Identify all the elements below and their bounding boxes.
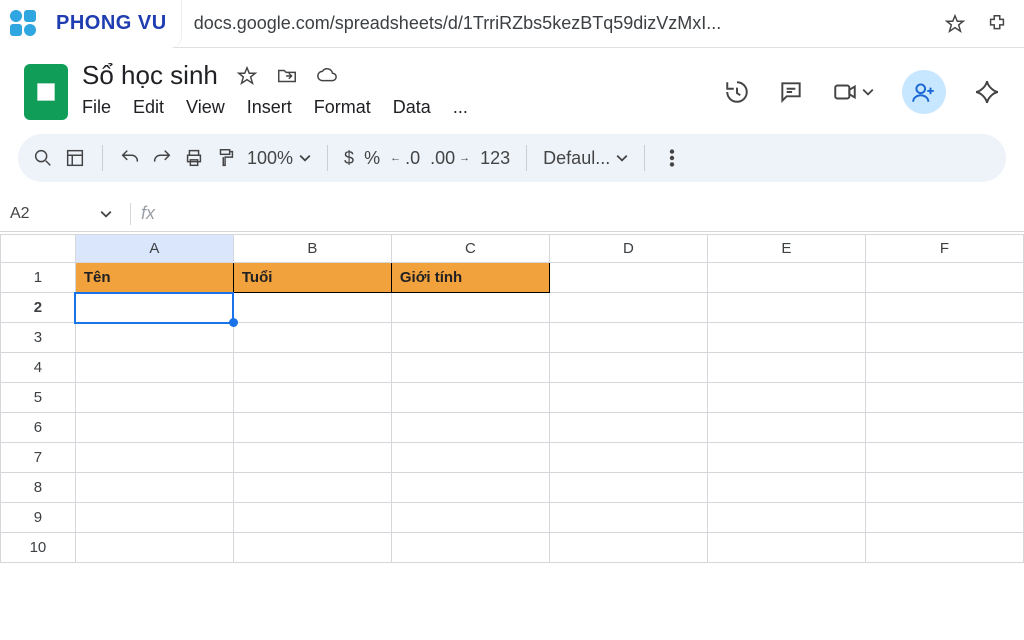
bookmark-star-icon[interactable] — [944, 13, 966, 35]
chevron-down-icon — [616, 152, 628, 164]
cell-D1[interactable] — [549, 263, 707, 293]
paint-format-icon[interactable] — [215, 147, 237, 169]
name-box-value: A2 — [10, 205, 30, 223]
col-header-D[interactable]: D — [549, 235, 707, 263]
cell-C2[interactable] — [391, 293, 549, 323]
selection-handle[interactable] — [229, 318, 238, 327]
undo-icon[interactable] — [119, 147, 141, 169]
decrease-decimal-button[interactable]: ←.0 — [390, 148, 420, 169]
cell-B2[interactable] — [233, 293, 391, 323]
menu-data[interactable]: Data — [393, 97, 431, 118]
row-header-9[interactable]: 9 — [1, 503, 76, 533]
doc-header: Sổ học sinh File Edit View Insert Format… — [0, 48, 1024, 124]
col-header-A[interactable]: A — [75, 235, 233, 263]
row-header-4[interactable]: 4 — [1, 353, 76, 383]
brand: PHONG VU — [0, 0, 182, 48]
row-header-2[interactable]: 2 — [1, 293, 76, 323]
row-header-5[interactable]: 5 — [1, 383, 76, 413]
zoom-selector[interactable]: 100% — [247, 148, 311, 169]
zoom-value: 100% — [247, 148, 293, 169]
formula-bar: A2 fx — [0, 196, 1024, 232]
meet-button[interactable] — [832, 79, 874, 105]
chevron-down-icon — [862, 86, 874, 98]
increase-decimal-button[interactable]: .00→ — [430, 148, 470, 169]
font-selector[interactable]: Defaul... — [543, 148, 628, 169]
more-formats-button[interactable]: 123 — [480, 148, 510, 169]
extensions-icon[interactable] — [986, 13, 1008, 35]
cell-E1[interactable] — [707, 263, 865, 293]
comments-icon[interactable] — [778, 79, 804, 105]
toolbar: 100% $ % ←.0 .00→ 123 Defaul... — [18, 134, 1006, 182]
redo-icon[interactable] — [151, 147, 173, 169]
brand-name: PHONG VU — [56, 12, 167, 35]
header-actions — [724, 60, 1000, 114]
cell-A2[interactable] — [75, 293, 233, 323]
font-value: Defaul... — [543, 148, 610, 169]
cell-E2[interactable] — [707, 293, 865, 323]
gemini-star-icon[interactable] — [974, 79, 1000, 105]
brand-logo — [10, 10, 48, 38]
cell-F1[interactable] — [865, 263, 1023, 293]
search-icon[interactable] — [32, 147, 54, 169]
spreadsheet-grid[interactable]: A B C D E F 1 Tên Tuổi Giới tính 2 — [0, 234, 1024, 563]
menu-file[interactable]: File — [82, 97, 111, 118]
col-header-E[interactable]: E — [707, 235, 865, 263]
move-folder-icon[interactable] — [276, 65, 298, 87]
menu-bar: File Edit View Insert Format Data ... — [82, 91, 710, 118]
row-header-6[interactable]: 6 — [1, 413, 76, 443]
cell-D2[interactable] — [549, 293, 707, 323]
cell-C1[interactable]: Giới tính — [391, 263, 549, 293]
more-tools-icon[interactable] — [661, 147, 683, 169]
chevron-down-icon — [299, 152, 311, 164]
history-icon[interactable] — [724, 79, 750, 105]
row-header-7[interactable]: 7 — [1, 443, 76, 473]
menu-more[interactable]: ... — [453, 97, 468, 118]
menu-format[interactable]: Format — [314, 97, 371, 118]
col-header-C[interactable]: C — [391, 235, 549, 263]
cell-A1[interactable]: Tên — [75, 263, 233, 293]
sheets-logo-icon[interactable] — [24, 64, 68, 120]
show-tabs-icon[interactable] — [64, 147, 86, 169]
address-bar[interactable]: docs.google.com/spreadsheets/d/1TrriRZbs… — [182, 13, 928, 34]
chevron-down-icon — [100, 208, 112, 220]
row-header-8[interactable]: 8 — [1, 473, 76, 503]
cell-B1[interactable]: Tuổi — [233, 263, 391, 293]
star-icon[interactable] — [236, 65, 258, 87]
col-header-F[interactable]: F — [865, 235, 1023, 263]
row-header-1[interactable]: 1 — [1, 263, 76, 293]
format-currency-button[interactable]: $ — [344, 148, 354, 169]
browser-bar: PHONG VU docs.google.com/spreadsheets/d/… — [0, 0, 1024, 48]
cell-F2[interactable] — [865, 293, 1023, 323]
print-icon[interactable] — [183, 147, 205, 169]
row-header-3[interactable]: 3 — [1, 323, 76, 353]
name-box[interactable]: A2 — [10, 205, 120, 223]
select-all-corner[interactable] — [1, 235, 76, 263]
menu-insert[interactable]: Insert — [247, 97, 292, 118]
fx-label: fx — [141, 203, 155, 224]
row-header-10[interactable]: 10 — [1, 533, 76, 563]
menu-view[interactable]: View — [186, 97, 225, 118]
menu-edit[interactable]: Edit — [133, 97, 164, 118]
cloud-status-icon[interactable] — [316, 65, 338, 87]
doc-title[interactable]: Sổ học sinh — [82, 60, 218, 91]
format-percent-button[interactable]: % — [364, 148, 380, 169]
share-button[interactable] — [902, 70, 946, 114]
col-header-B[interactable]: B — [233, 235, 391, 263]
